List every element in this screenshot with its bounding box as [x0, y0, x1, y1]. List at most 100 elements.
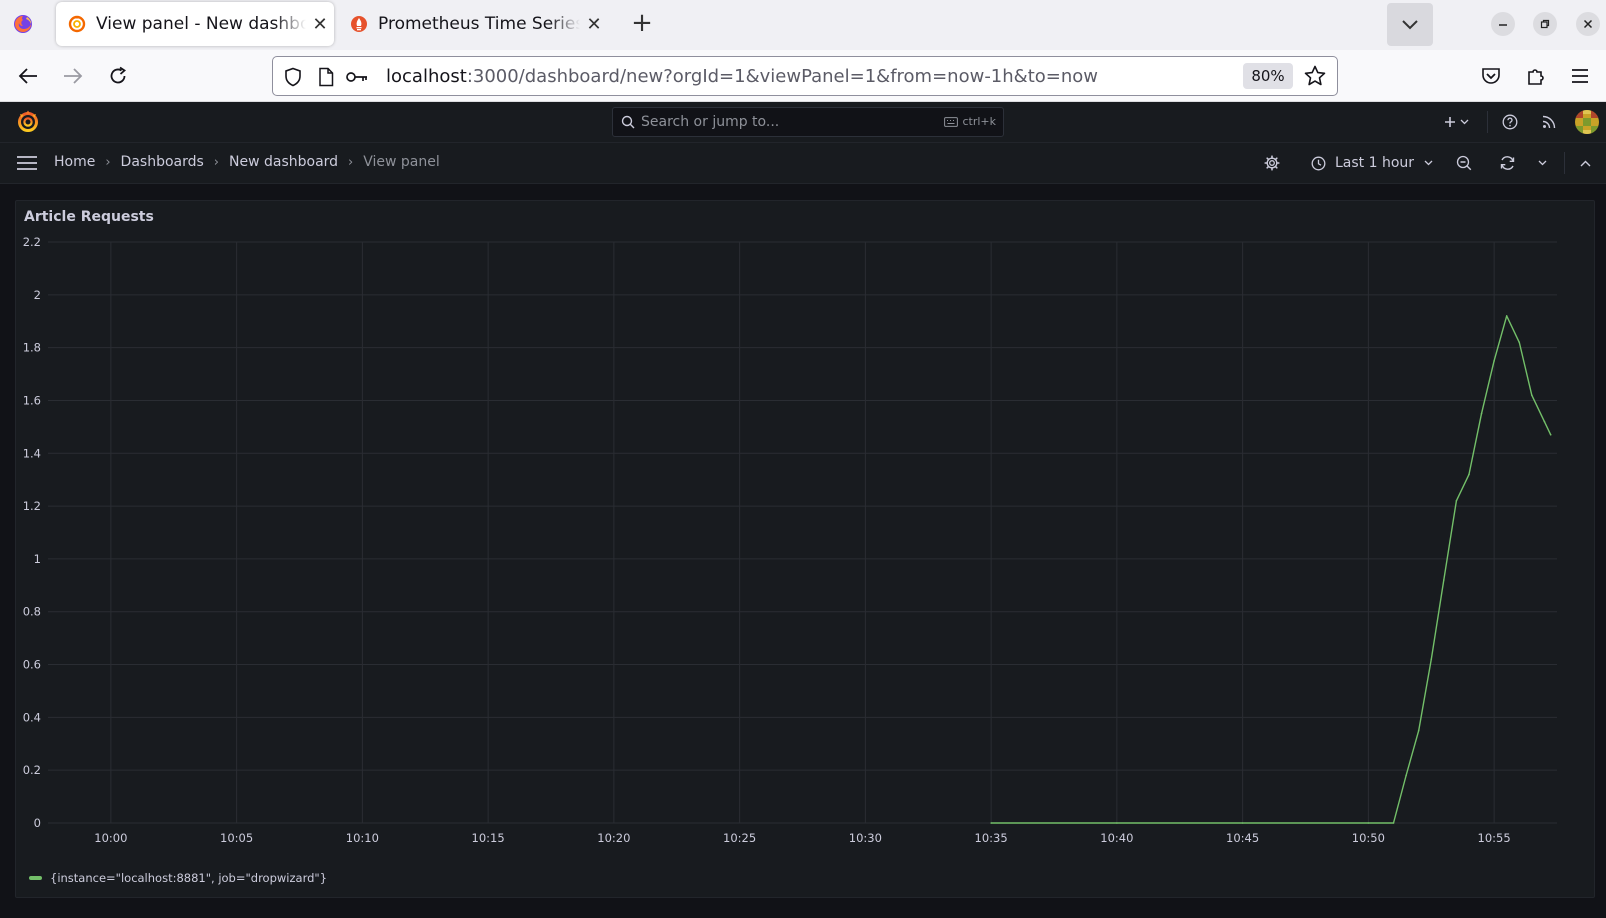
- x-tick-label: 10:40: [1100, 831, 1133, 845]
- zoom-out-icon: [1456, 155, 1472, 171]
- help-button[interactable]: [1498, 110, 1522, 134]
- y-tick-label: 1.6: [23, 393, 41, 407]
- y-tick-label: 1.4: [23, 446, 41, 460]
- y-tick-label: 1: [34, 552, 41, 566]
- data-point: [1531, 394, 1533, 396]
- y-tick-label: 2: [34, 288, 41, 302]
- x-tick-label: 10:30: [849, 831, 882, 845]
- y-tick-label: 0.2: [23, 763, 41, 777]
- restore-icon: [1540, 19, 1550, 29]
- data-point: [1405, 774, 1407, 777]
- page-icon[interactable]: [315, 66, 337, 88]
- x-tick-label: 10:55: [1478, 831, 1511, 845]
- chart-legend: {instance="localhost:8881", job="dropwiz…: [29, 871, 327, 885]
- toolbar-divider: [1487, 111, 1488, 133]
- app-menu-button[interactable]: [1568, 64, 1592, 88]
- reload-icon: [110, 66, 126, 84]
- close-window-button[interactable]: [1576, 12, 1600, 36]
- minimize-button[interactable]: [1491, 12, 1515, 36]
- close-icon: [1583, 19, 1593, 29]
- tab-close-icon[interactable]: ✕: [580, 14, 608, 35]
- breadcrumb-separator-icon: ›: [213, 154, 219, 170]
- browser-tab-bar: View panel - New dashboard - Dashboards …: [0, 0, 1606, 50]
- key-icon[interactable]: [346, 66, 368, 88]
- time-range-label: Last 1 hour: [1335, 155, 1415, 171]
- data-point: [1543, 420, 1546, 423]
- y-tick-label: 0.8: [23, 605, 41, 619]
- panel-title[interactable]: Article Requests: [24, 209, 154, 225]
- back-button[interactable]: [16, 64, 40, 88]
- collapse-toolbar-button[interactable]: [1580, 151, 1591, 175]
- news-button[interactable]: [1537, 110, 1561, 134]
- time-series-chart[interactable]: 0 0.2 0.4 0.6 0.8 1 1.2 1.4 1.6 1.8 2 2.2 10:00 10:05…: [15, 230, 1595, 872]
- refresh-button[interactable]: [1499, 151, 1516, 175]
- breadcrumb-new-dashboard[interactable]: New dashboard: [229, 154, 338, 170]
- chevron-down-icon: [1538, 160, 1547, 166]
- tab-prometheus[interactable]: Prometheus Time Series Collection and Pr…: [338, 2, 608, 46]
- tab-title: Prometheus Time Series Collection and Pr…: [378, 14, 580, 34]
- breadcrumb-home[interactable]: Home: [54, 154, 95, 170]
- y-tick-label: 2.2: [23, 235, 41, 249]
- tab-title: View panel - New dashboard - Dashboards …: [96, 14, 306, 34]
- list-all-tabs-button[interactable]: [1387, 3, 1433, 46]
- breadcrumb: Home › Dashboards › New dashboard › View…: [54, 154, 440, 170]
- breadcrumb-separator-icon: ›: [105, 154, 111, 170]
- grafana-favicon-icon: [68, 15, 86, 33]
- x-tick-label: 10:15: [472, 831, 505, 845]
- puzzle-icon: [1528, 69, 1544, 85]
- refresh-interval-button[interactable]: [1538, 151, 1547, 175]
- restore-button[interactable]: [1533, 12, 1557, 36]
- data-point: [1455, 500, 1458, 502]
- x-tick-label: 10:20: [597, 831, 630, 845]
- gear-icon: [1264, 155, 1280, 171]
- extensions-button[interactable]: [1524, 64, 1548, 88]
- reload-button[interactable]: [106, 64, 130, 88]
- y-tick-label: 1.2: [23, 499, 41, 513]
- user-avatar[interactable]: [1575, 110, 1599, 134]
- plus-icon: [1444, 117, 1455, 127]
- arrow-left-icon: [18, 68, 37, 84]
- shield-icon[interactable]: [282, 66, 304, 88]
- zoom-level-button[interactable]: 80%: [1243, 63, 1293, 89]
- time-picker-button[interactable]: Last 1 hour: [1311, 151, 1433, 175]
- pocket-icon: [1482, 68, 1500, 84]
- firefox-icon[interactable]: [13, 14, 33, 34]
- search-input[interactable]: [641, 108, 931, 136]
- hamburger-menu-icon: [1572, 69, 1588, 83]
- chevron-down-icon: [1402, 19, 1418, 29]
- data-point: [1116, 822, 1118, 824]
- chevron-down-icon: [1424, 160, 1433, 166]
- search-icon: [621, 115, 635, 129]
- zoom-out-button[interactable]: [1456, 151, 1472, 175]
- new-button[interactable]: [1440, 110, 1472, 134]
- bookmark-star-icon[interactable]: [1303, 64, 1327, 88]
- browser-navigation-bar: localhost:3000/dashboard/new?orgId=1&vie…: [0, 50, 1606, 102]
- menu-toggle-icon[interactable]: [16, 155, 38, 171]
- tab-close-icon[interactable]: ✕: [306, 14, 334, 35]
- address-bar[interactable]: localhost:3000/dashboard/new?orgId=1&vie…: [272, 56, 1338, 96]
- data-point: [1518, 341, 1521, 344]
- chevron-down-icon: [1460, 119, 1468, 125]
- grafana-logo-icon[interactable]: [16, 109, 40, 133]
- breadcrumb-dashboards[interactable]: Dashboards: [121, 154, 204, 170]
- data-point: [1417, 729, 1420, 732]
- new-tab-button[interactable]: +: [628, 10, 656, 38]
- series-line[interactable]: [991, 315, 1552, 824]
- dashboard-settings-button[interactable]: [1264, 151, 1280, 175]
- url-text[interactable]: localhost:3000/dashboard/new?orgId=1&vie…: [386, 66, 1098, 87]
- prometheus-favicon-icon: [351, 16, 367, 32]
- pocket-button[interactable]: [1479, 64, 1503, 88]
- x-tick-label: 10:35: [975, 831, 1008, 845]
- data-point: [1480, 412, 1483, 415]
- data-point: [1493, 360, 1495, 362]
- forward-button[interactable]: [61, 64, 85, 88]
- search-box[interactable]: ctrl+k: [612, 107, 1004, 137]
- y-tick-label: 1.8: [23, 341, 41, 355]
- search-shortcut: ctrl+k: [944, 115, 996, 128]
- clock-icon: [1311, 156, 1326, 170]
- legend-series-label[interactable]: {instance="localhost:8881", job="dropwiz…: [50, 871, 327, 885]
- refresh-icon: [1500, 156, 1515, 170]
- data-point: [1392, 822, 1395, 824]
- keyboard-icon: [944, 116, 959, 127]
- tab-grafana-view-panel[interactable]: View panel - New dashboard - Dashboards …: [56, 2, 334, 46]
